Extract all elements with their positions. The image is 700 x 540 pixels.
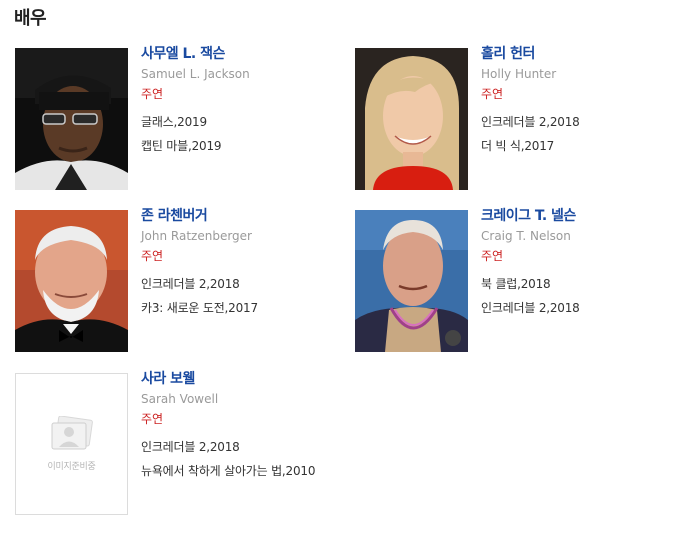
actor-photo[interactable] bbox=[355, 210, 468, 352]
actor-card: 사무엘 L. 잭슨 Samuel L. Jackson 주연 글래스,2019 … bbox=[15, 46, 345, 193]
role-label: 주연 bbox=[141, 87, 164, 101]
actor-card: 이미지준비중 사라 보웰 Sarah Vowell 주연 인크레더블 2,201… bbox=[15, 371, 345, 518]
actor-info: 크레이그 T. 넬슨 Craig T. Nelson 주연 북 클럽,2018 … bbox=[481, 207, 691, 324]
filmography-item[interactable]: 더 빅 식,2017 bbox=[481, 138, 691, 154]
filmography-item[interactable]: 카3: 새로운 도전,2017 bbox=[141, 300, 351, 316]
actor-info: 사무엘 L. 잭슨 Samuel L. Jackson 주연 글래스,2019 … bbox=[141, 45, 351, 162]
filmography-list: 인크레더블 2,2018 더 빅 식,2017 bbox=[481, 114, 691, 154]
role-label: 주연 bbox=[141, 412, 164, 426]
role-label: 주연 bbox=[481, 87, 504, 101]
actor-photo[interactable] bbox=[15, 48, 128, 190]
filmography-item[interactable]: 뉴욕에서 착하게 살아가는 법,2010 bbox=[141, 463, 351, 479]
filmography-list: 글래스,2019 캡틴 마블,2019 bbox=[141, 114, 351, 154]
actor-card: 홀리 헌터 Holly Hunter 주연 인크레더블 2,2018 더 빅 식… bbox=[355, 46, 685, 193]
filmography-item[interactable]: 글래스,2019 bbox=[141, 114, 351, 130]
actor-card: 크레이그 T. 넬슨 Craig T. Nelson 주연 북 클럽,2018 … bbox=[355, 208, 685, 355]
actor-name-english: Sarah Vowell bbox=[141, 392, 219, 406]
actor-name-link[interactable]: 홀리 헌터 bbox=[481, 45, 691, 63]
actor-name-link[interactable]: 사라 보웰 bbox=[141, 370, 351, 388]
filmography-list: 북 클럽,2018 인크레더블 2,2018 bbox=[481, 276, 691, 316]
actor-photo[interactable] bbox=[15, 210, 128, 352]
filmography-item[interactable]: 인크레더블 2,2018 bbox=[141, 439, 351, 455]
filmography-list: 인크레더블 2,2018 뉴욕에서 착하게 살아가는 법,2010 bbox=[141, 439, 351, 479]
role-label: 주연 bbox=[141, 249, 164, 263]
actor-photo[interactable] bbox=[355, 48, 468, 190]
section-title: 배우 bbox=[14, 8, 47, 29]
actor-name-link[interactable]: 존 라첸버거 bbox=[141, 207, 351, 225]
filmography-list: 인크레더블 2,2018 카3: 새로운 도전,2017 bbox=[141, 276, 351, 316]
image-placeholder[interactable]: 이미지준비중 bbox=[15, 373, 128, 515]
actor-name-english: Craig T. Nelson bbox=[481, 229, 571, 243]
filmography-item[interactable]: 인크레더블 2,2018 bbox=[481, 114, 691, 130]
filmography-item[interactable]: 인크레더블 2,2018 bbox=[141, 276, 351, 292]
filmography-item[interactable]: 캡틴 마블,2019 bbox=[141, 138, 351, 154]
role-label: 주연 bbox=[481, 249, 504, 263]
actor-info: 사라 보웰 Sarah Vowell 주연 인크레더블 2,2018 뉴욕에서 … bbox=[141, 370, 351, 487]
actor-name-english: John Ratzenberger bbox=[141, 229, 252, 243]
actor-info: 존 라첸버거 John Ratzenberger 주연 인크레더블 2,2018… bbox=[141, 207, 351, 324]
actor-card: 존 라첸버거 John Ratzenberger 주연 인크레더블 2,2018… bbox=[15, 208, 345, 355]
placeholder-label: 이미지준비중 bbox=[47, 462, 96, 472]
actor-info: 홀리 헌터 Holly Hunter 주연 인크레더블 2,2018 더 빅 식… bbox=[481, 45, 691, 162]
actor-name-english: Samuel L. Jackson bbox=[141, 67, 250, 81]
filmography-item[interactable]: 인크레더블 2,2018 bbox=[481, 300, 691, 316]
filmography-item[interactable]: 북 클럽,2018 bbox=[481, 276, 691, 292]
actor-name-english: Holly Hunter bbox=[481, 67, 557, 81]
actor-name-link[interactable]: 사무엘 L. 잭슨 bbox=[141, 45, 351, 63]
person-photo-icon bbox=[51, 416, 93, 450]
actor-name-link[interactable]: 크레이그 T. 넬슨 bbox=[481, 207, 691, 225]
